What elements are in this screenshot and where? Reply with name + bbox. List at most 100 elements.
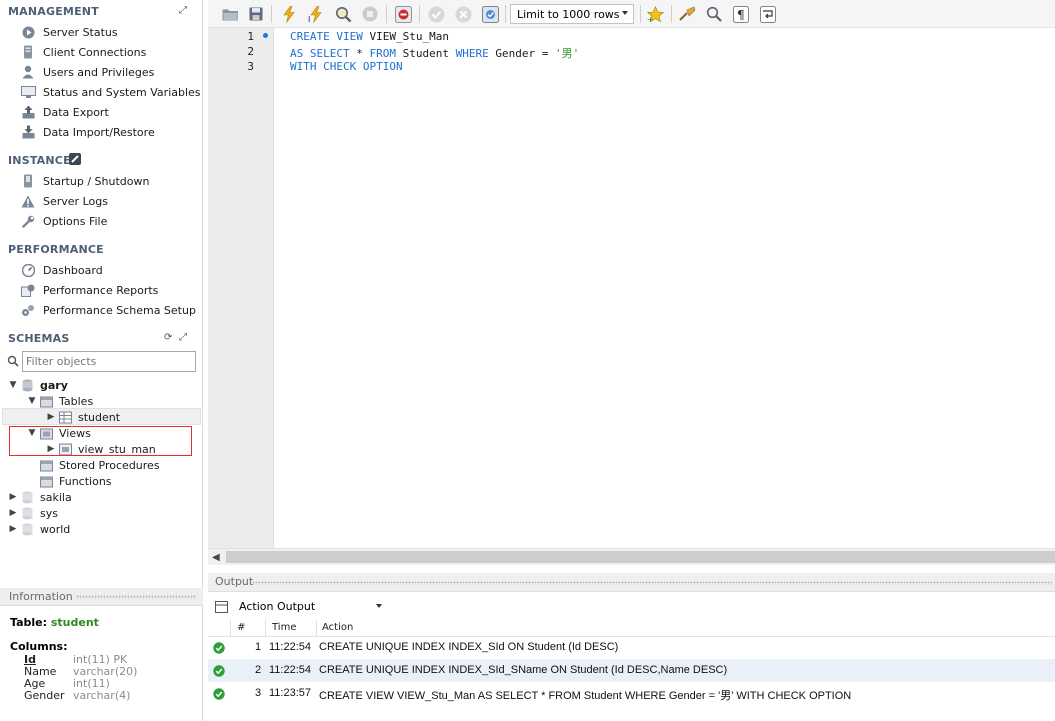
instance-settings-icon[interactable] [69,153,81,168]
header-action[interactable]: Action [322,622,353,633]
nav-server-logs[interactable]: Server Logs [20,192,108,210]
reports-icon [20,283,36,297]
horizontal-scrollbar[interactable]: ◀ [208,548,1055,565]
row-number: 2 [255,664,262,676]
nav-server-status[interactable]: Server Status [20,23,118,41]
database-icon [22,507,33,519]
column-type: varchar(4) [73,689,131,702]
sql-identifier: Student [402,47,456,60]
database-icon [22,491,33,503]
tree-table-student[interactable]: ▶ student [46,409,121,425]
invisible-chars-pilcrow-icon[interactable]: ¶ [732,5,750,23]
nav-data-export[interactable]: Data Export [20,103,109,121]
beautify-brush-icon[interactable] [678,5,696,23]
stop-on-error-icon[interactable] [394,5,412,23]
header-time[interactable]: Time [272,622,296,633]
expand-triangle-icon[interactable]: ▶ [8,492,18,502]
database-icon [22,379,33,391]
output-row[interactable]: 3 11:23:57 CREATE VIEW VIEW_Stu_Man AS S… [208,682,1055,705]
row-time: 11:22:54 [269,641,312,653]
nav-client-connections[interactable]: Client Connections [20,43,146,61]
toolbar-separator [671,5,672,23]
server-icon [20,45,36,59]
row-action: CREATE UNIQUE INDEX INDEX_SId_SName ON S… [319,664,728,676]
nav-users-privileges[interactable]: Users and Privileges [20,63,154,81]
expand-triangle-icon[interactable]: ▶ [46,412,56,422]
refresh-icon[interactable]: ⟳ [164,332,172,343]
nav-performance-reports[interactable]: Performance Reports [20,281,158,299]
nav-label: Server Status [43,25,118,39]
tree-functions[interactable]: Functions [40,473,112,489]
sql-keyword: WHERE [455,47,496,60]
find-magnifier-icon[interactable] [705,5,723,23]
sql-editor-toolbar: I Limit to 1000 rows + ¶ [208,0,1055,28]
columns-label: Columns: [10,640,68,653]
execute-lightning-icon[interactable] [280,5,298,23]
stop-hand-icon[interactable] [361,5,379,23]
schema-world[interactable]: ▶ world [8,521,71,537]
toolbar-separator [640,5,641,23]
svg-text:+: + [647,15,654,23]
expand-triangle-icon[interactable]: ▶ [8,524,18,534]
open-file-icon[interactable] [221,5,239,23]
add-snippet-star-icon[interactable]: + [646,5,664,23]
autocommit-toggle-icon[interactable] [481,5,499,23]
limit-rows-value: Limit to 1000 rows [517,7,620,21]
output-type-select[interactable]: Action Output [232,597,386,616]
nav-data-import[interactable]: Data Import/Restore [20,123,155,141]
nav-options-file[interactable]: Options File [20,212,107,230]
schema-gary[interactable]: ▼ gary [8,377,68,393]
nav-status-variables[interactable]: Status and System Variables [20,83,201,101]
schema-label: sys [40,506,58,520]
column-divider[interactable] [265,620,266,636]
output-type-value: Action Output [239,600,316,613]
collapse-triangle-icon[interactable]: ▼ [8,380,18,390]
navigator-sidebar: MANAGEMENT ⤢ Server Status Client Connec… [0,0,203,582]
grid-header: # Time Action [208,619,1055,637]
sql-identifier: Gender = [495,47,555,60]
sql-editor[interactable]: 1 2 3 CREATE VIEW VIEW_Stu_Man AS SELECT… [208,28,1055,548]
commit-check-icon[interactable] [427,5,445,23]
limit-rows-select[interactable]: Limit to 1000 rows [510,4,634,24]
word-wrap-icon[interactable] [759,5,777,23]
chevron-down-icon [376,604,382,608]
nav-startup-shutdown[interactable]: Startup / Shutdown [20,172,149,190]
output-header: Output [208,573,1055,592]
sql-keyword: FROM [369,47,403,60]
header-number[interactable]: # [237,622,245,633]
row-number: 3 [255,687,262,699]
explain-magnifier-icon[interactable] [334,5,352,23]
tree-stored-procedures[interactable]: Stored Procedures [40,457,160,473]
expand-icon[interactable]: ⤢ [179,332,187,343]
collapse-triangle-icon[interactable]: ▼ [27,396,37,406]
column-divider[interactable] [230,620,231,636]
tree-label: student [78,410,121,424]
schema-filter-input[interactable] [22,351,196,372]
nav-dashboard[interactable]: Dashboard [20,261,103,279]
rollback-x-icon[interactable] [454,5,472,23]
schema-label: world [40,522,71,536]
scrollbar-thumb[interactable] [226,551,1055,563]
scroll-left-arrow-icon[interactable]: ◀ [212,552,220,563]
tree-tables[interactable]: ▼ Tables [27,393,94,409]
save-icon[interactable] [247,5,265,23]
nav-label: Performance Schema Setup [43,303,196,317]
grip-dots[interactable] [76,595,196,599]
output-row[interactable]: 2 11:22:54 CREATE UNIQUE INDEX INDEX_SId… [208,659,1055,682]
expand-icon[interactable]: ⤢ [179,5,187,16]
row-action: CREATE VIEW VIEW_Stu_Man AS SELECT * FRO… [319,690,852,702]
instance-header: INSTANCE [8,154,71,167]
search-icon [7,355,19,367]
expand-triangle-icon[interactable]: ▶ [8,508,18,518]
output-panel-icon[interactable] [215,601,228,613]
grip-dots[interactable] [252,581,1052,585]
schema-sakila[interactable]: ▶ sakila [8,489,72,505]
column-divider[interactable] [316,620,317,636]
nav-performance-schema-setup[interactable]: Performance Schema Setup [20,301,196,319]
schema-sys[interactable]: ▶ sys [8,505,58,521]
column-row: Gender varchar(4) [24,689,130,702]
execute-current-icon[interactable]: I [307,5,325,23]
management-header: MANAGEMENT [8,5,99,18]
chevron-down-icon [622,11,628,15]
output-row[interactable]: 1 11:22:54 CREATE UNIQUE INDEX INDEX_SId… [208,636,1055,659]
